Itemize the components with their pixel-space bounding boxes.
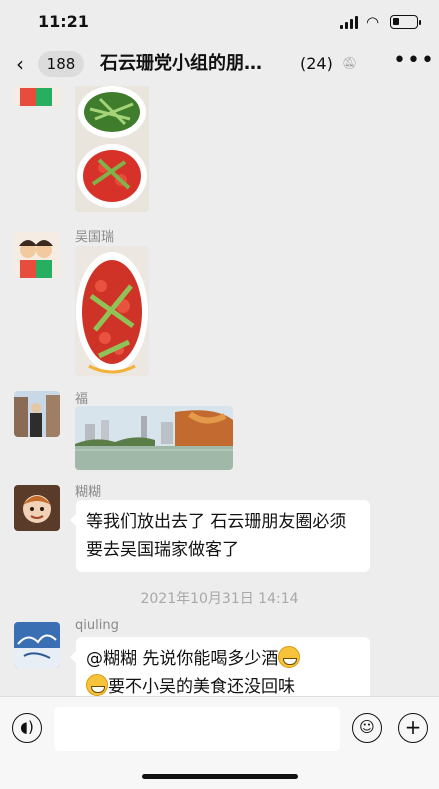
status-bar: 11:21 ◠ [0, 0, 439, 44]
unread-badge[interactable]: 188 [38, 51, 84, 77]
sender-name: 吴国瑞 [75, 230, 115, 245]
message-input[interactable] [54, 707, 340, 751]
landscape-photo[interactable] [75, 406, 233, 470]
member-count: (24) [300, 54, 333, 73]
avatar[interactable] [14, 86, 60, 106]
sender-name: 福 [75, 392, 89, 407]
battery-icon [390, 15, 421, 29]
plus-icon[interactable]: + [398, 713, 428, 743]
food-photo[interactable] [75, 246, 149, 376]
sender-name: 糊糊 [75, 485, 102, 500]
status-time: 11:21 [38, 12, 89, 31]
avatar[interactable] [14, 485, 60, 531]
text-message[interactable]: @糊糊 先说你能喝多少酒 要不小吴的美食还没回味 [70, 637, 370, 696]
message-text: 等我们放出去了 石云珊朋友圈必须要去吴国瑞家做客了 [86, 512, 347, 560]
voice-icon[interactable]: ◖) [12, 713, 42, 743]
message-line: @糊糊 先说你能喝多少酒 [86, 645, 360, 673]
sender-name: qiuling [75, 618, 119, 633]
message-text: @糊糊 先说你能喝多少酒 [86, 649, 279, 669]
avatar[interactable] [14, 391, 60, 437]
message-line: 要不小吴的美食还没回味 [86, 673, 360, 696]
grin-emoji-icon [86, 674, 108, 696]
signal-icon [340, 16, 360, 29]
chat-title: 石云珊党小组的朋… [100, 53, 262, 74]
home-indicator[interactable] [142, 774, 298, 779]
text-message[interactable]: 等我们放出去了 石云珊朋友圈必须要去吴国瑞家做客了 [70, 500, 370, 572]
message-text: 要不小吴的美食还没回味 [108, 677, 295, 696]
chat-header: ‹ 188 石云珊党小组的朋… (24) 🔕︎ ••• [0, 44, 439, 86]
chevron-left-icon[interactable]: ‹ [16, 54, 30, 74]
mute-bell-icon: 🔕︎ [342, 56, 358, 70]
wifi-icon: ◠ [366, 13, 380, 31]
grin-emoji-icon [278, 646, 301, 668]
avatar[interactable] [14, 622, 60, 668]
more-dots-icon[interactable]: ••• [393, 48, 435, 73]
food-photo[interactable] [75, 86, 149, 212]
emoji-icon[interactable]: ☺ [352, 713, 382, 743]
avatar[interactable] [14, 232, 60, 278]
timestamp: 2021年10月31日 14:14 [140, 591, 299, 607]
message-list[interactable]: 吴国瑞 福 糊糊 等我们放出去了 石云珊朋友圈必须要去吴国瑞家做客了 2021年… [0, 86, 439, 696]
